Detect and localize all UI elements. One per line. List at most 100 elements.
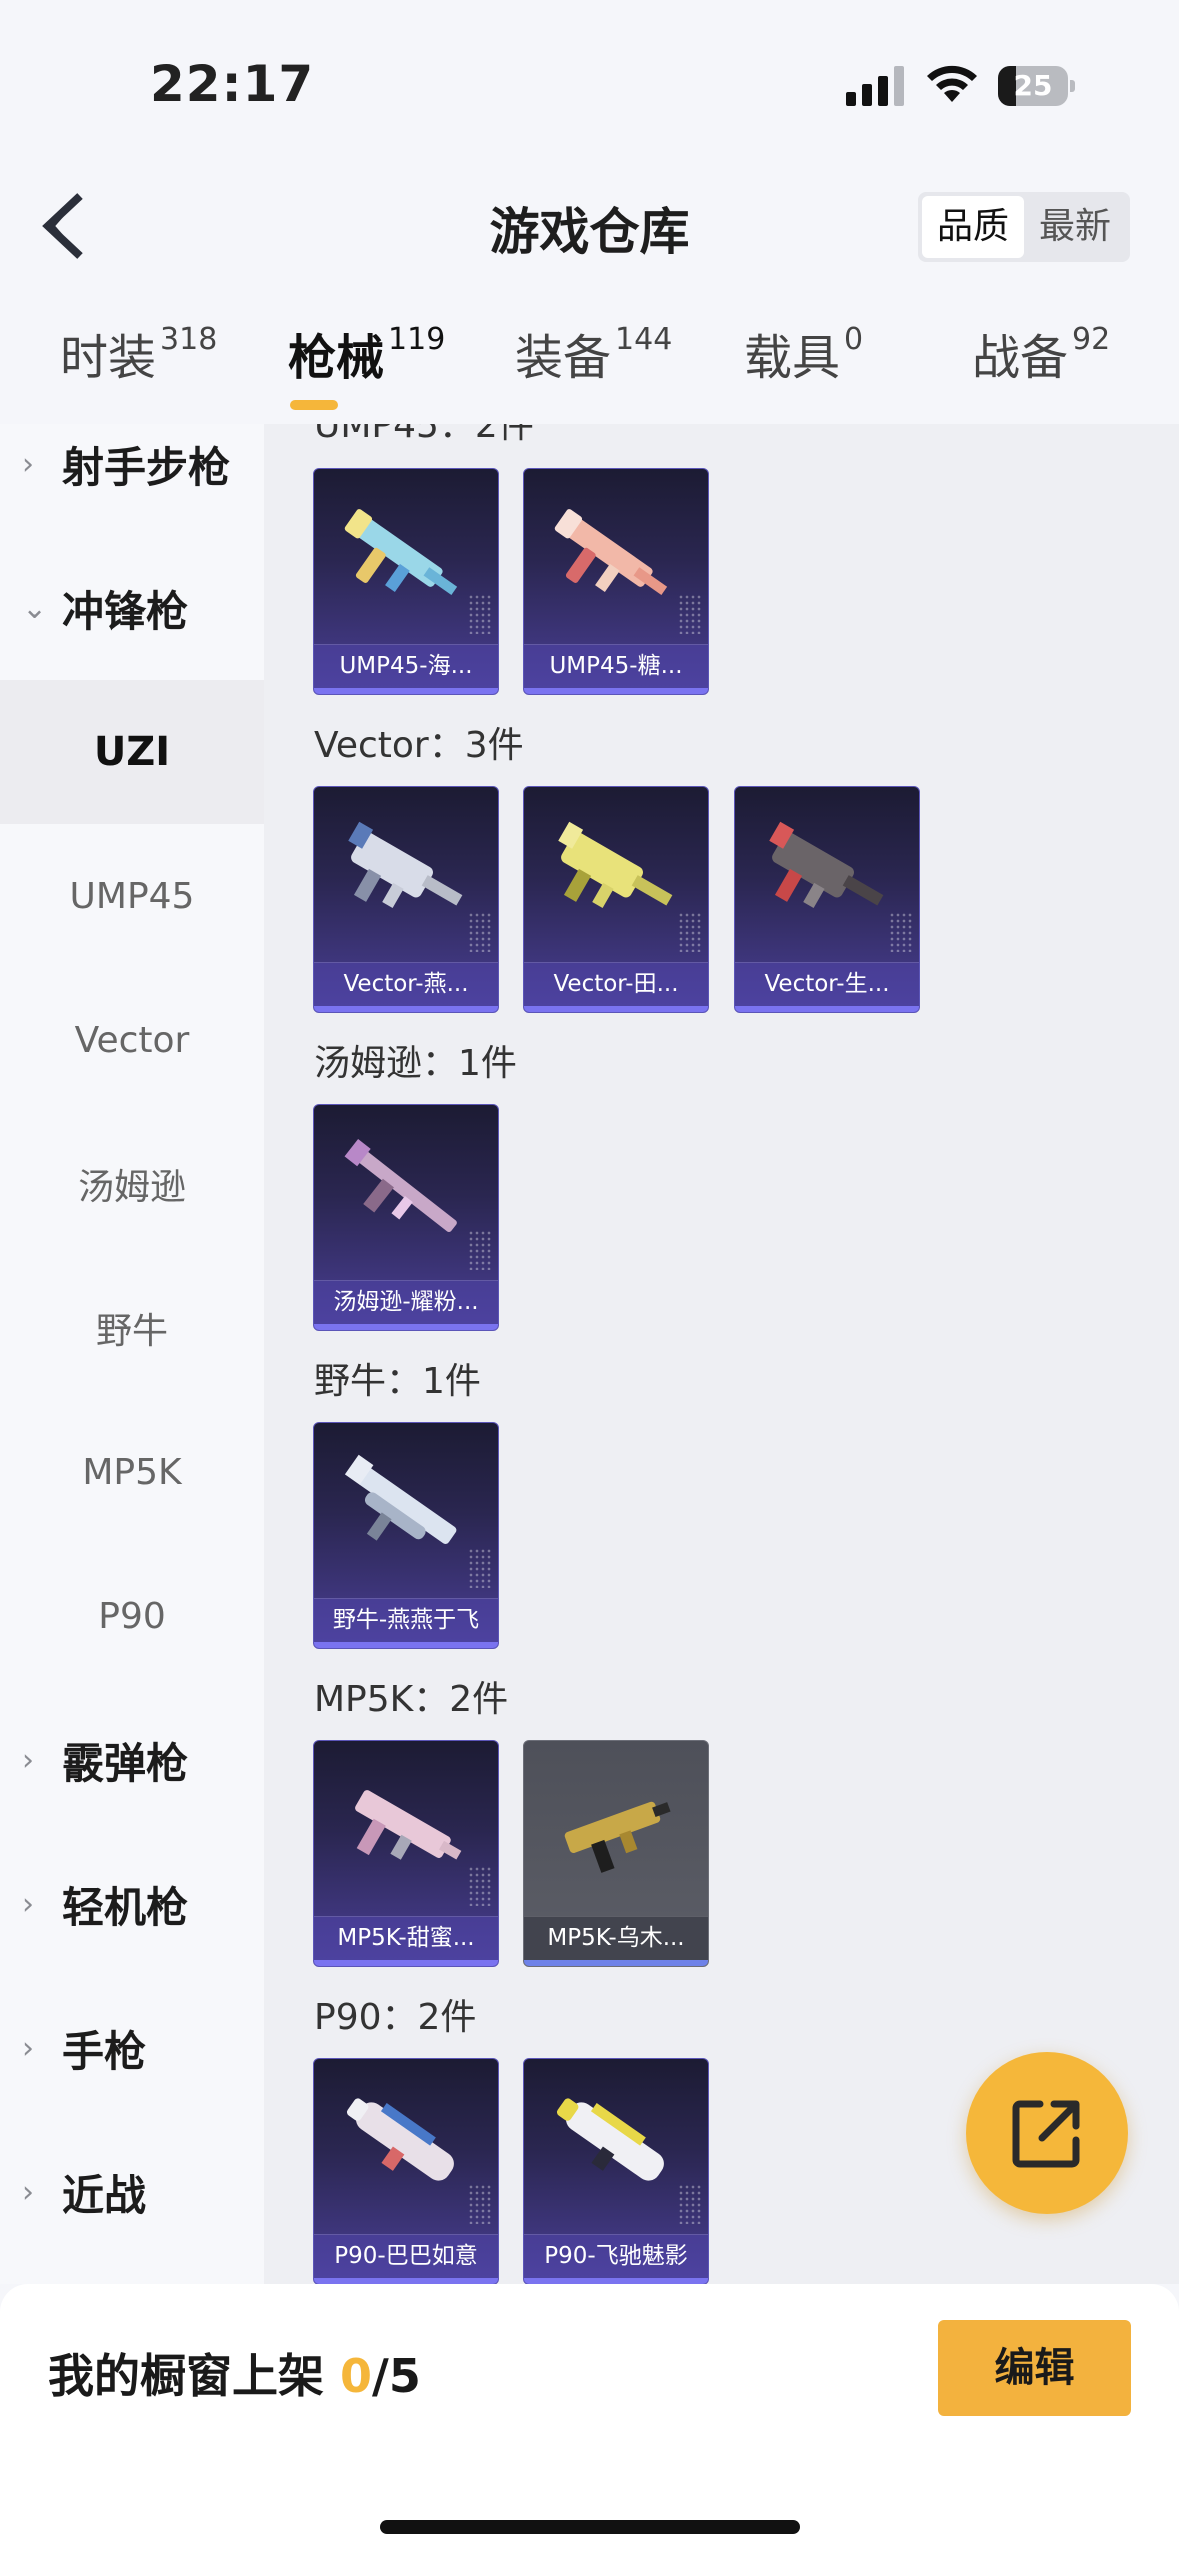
weapon-skin-icon xyxy=(554,509,668,595)
group-title: Vector：3件 xyxy=(314,725,524,766)
sidebar-item-label: MP5K xyxy=(82,1451,182,1493)
sidebar-item-bizon[interactable]: 野牛 xyxy=(0,1256,264,1400)
sidebar-item-label: Vector xyxy=(74,1019,190,1061)
group-title: UMP45：2件 xyxy=(314,424,534,446)
chevron-right-icon: › xyxy=(22,1742,34,1778)
skin-card[interactable]: UMP45-海... xyxy=(313,468,499,695)
skin-name: UMP45-海... xyxy=(339,653,473,679)
tab-equipment[interactable]: 装备 144 xyxy=(515,318,672,418)
skin-card[interactable]: Vector-生... xyxy=(734,786,920,1013)
home-indicator xyxy=(380,2520,800,2534)
tab-label: 枪械 xyxy=(288,330,385,386)
sort-newest-button[interactable]: 最新 xyxy=(1024,196,1126,258)
sidebar-item-label: 野牛 xyxy=(95,1311,168,1352)
skin-card[interactable]: MP5K-甜蜜... xyxy=(313,1740,499,1967)
skin-name: 汤姆逊-耀粉... xyxy=(333,1289,479,1315)
weapon-skin-icon xyxy=(348,821,463,908)
skin-name: Vector-燕... xyxy=(343,971,469,997)
group-title: 汤姆逊：1件 xyxy=(314,1043,517,1084)
skin-name: P90-飞驰魅影 xyxy=(544,2243,688,2269)
weapon-skin-icon xyxy=(346,2098,454,2181)
chevron-right-icon: › xyxy=(22,2174,34,2210)
cellular-signal-icon xyxy=(846,66,906,106)
sidebar-item-p90[interactable]: P90 xyxy=(0,1544,264,1688)
sidebar-item-label: 冲锋枪 xyxy=(62,586,189,636)
header: 游戏仓库 品质 最新 xyxy=(0,170,1179,280)
sidebar-item-label: P90 xyxy=(98,1595,166,1637)
status-time: 22:17 xyxy=(150,55,315,113)
tab-count: 0 xyxy=(844,322,864,357)
active-tab-indicator xyxy=(290,400,338,410)
tab-label: 战备 xyxy=(972,330,1069,386)
showcase-label: 我的橱窗上架 xyxy=(48,2349,341,2403)
chevron-down-icon: ⌄ xyxy=(22,590,48,626)
sidebar-item-label: UMP45 xyxy=(69,875,195,917)
chevron-right-icon: › xyxy=(22,2030,34,2066)
sidebar-item-label: 霰弹枪 xyxy=(62,1738,189,1788)
skin-card[interactable]: 汤姆逊-耀粉... xyxy=(313,1104,499,1331)
showcase-status: 我的橱窗上架 0/5 xyxy=(48,2340,421,2406)
share-button[interactable] xyxy=(966,2052,1128,2214)
skin-name: UMP45-糖... xyxy=(549,653,683,679)
battery-level: 25 xyxy=(1013,69,1053,102)
battery-icon: 25 xyxy=(998,66,1075,106)
external-link-icon xyxy=(1012,2100,1080,2168)
group-title: P90：2件 xyxy=(314,1997,477,2038)
chevron-left-icon xyxy=(42,193,83,259)
chevron-right-icon: › xyxy=(22,1886,34,1922)
weapon-skin-icon xyxy=(344,509,458,595)
sidebar-item-mp5k[interactable]: MP5K xyxy=(0,1400,264,1544)
showcase-total: /5 xyxy=(372,2349,421,2403)
weapon-skin-icon xyxy=(344,1454,457,1544)
back-button[interactable] xyxy=(36,190,96,260)
sidebar-cat-melee[interactable]: › 近战 xyxy=(0,2120,264,2264)
chevron-right-icon: › xyxy=(22,446,34,482)
sidebar-item-label: UZI xyxy=(93,729,171,775)
sidebar-item-vector[interactable]: Vector xyxy=(0,968,264,1112)
sort-toggle: 品质 最新 xyxy=(918,192,1130,262)
sort-quality-button[interactable]: 品质 xyxy=(922,196,1024,258)
skin-card[interactable]: 野牛-燕燕于飞 xyxy=(313,1422,499,1649)
skin-name: 野牛-燕燕于飞 xyxy=(332,1607,480,1633)
skin-name: Vector-生... xyxy=(764,971,890,997)
skin-card[interactable]: Vector-燕... xyxy=(313,786,499,1013)
skin-card[interactable]: P90-巴巴如意 xyxy=(313,2058,499,2284)
edit-button[interactable]: 编辑 xyxy=(938,2320,1131,2416)
bottom-bar: 我的橱窗上架 0/5 编辑 xyxy=(0,2284,1179,2556)
tab-label: 时装 xyxy=(60,330,157,386)
weapon-skin-list: UMP45：2件 UMP45-海... UMP45-糖... Vector：3件… xyxy=(264,424,1179,2284)
skin-name: MP5K-乌木... xyxy=(547,1925,685,1951)
group-title: MP5K：2件 xyxy=(314,1679,509,1720)
sidebar-item-label: 汤姆逊 xyxy=(77,1167,186,1208)
tab-fashion[interactable]: 时装 318 xyxy=(60,318,217,418)
sidebar-item-label: 轻机枪 xyxy=(62,1882,189,1932)
sidebar-cat-shotgun[interactable]: › 霰弹枪 xyxy=(0,1688,264,1832)
weapon-skin-icon xyxy=(769,821,884,908)
tab-supplies[interactable]: 战备 92 xyxy=(972,318,1110,418)
showcase-count: 0 xyxy=(340,2349,373,2403)
sidebar-item-thompson[interactable]: 汤姆逊 xyxy=(0,1112,264,1256)
weapon-skin-icon xyxy=(558,821,673,908)
tab-count: 318 xyxy=(160,322,218,357)
weapon-skin-icon xyxy=(556,2098,664,2181)
skin-card[interactable]: UMP45-糖... xyxy=(523,468,709,695)
sidebar-cat-pistol[interactable]: › 手枪 xyxy=(0,1976,264,2120)
sidebar-cat-smg[interactable]: ⌄ 冲锋枪 xyxy=(0,536,264,680)
tab-count: 119 xyxy=(388,322,446,357)
sidebar-item-label: 射手步枪 xyxy=(62,442,231,492)
skin-card[interactable]: Vector-田... xyxy=(523,786,709,1013)
sidebar-item-uzi[interactable]: UZI xyxy=(0,680,264,824)
tab-label: 装备 xyxy=(515,330,612,386)
skin-card[interactable]: MP5K-乌木... xyxy=(523,1740,709,1967)
sidebar-item-ump45[interactable]: UMP45 xyxy=(0,824,264,968)
tab-vehicles[interactable]: 载具 0 xyxy=(744,318,863,418)
weapon-skin-icon xyxy=(344,1139,457,1233)
group-title: 野牛：1件 xyxy=(314,1361,481,1402)
skin-card[interactable]: P90-飞驰魅影 xyxy=(523,2058,709,2284)
sidebar-cat-lmg[interactable]: › 轻机枪 xyxy=(0,1832,264,1976)
weapon-category-sidebar: › 射手步枪 ⌄ 冲锋枪 UZI UMP45 Vector 汤姆逊 野牛 MP5… xyxy=(0,424,264,2284)
sidebar-cat-marksman-rifle[interactable]: › 射手步枪 xyxy=(0,424,264,536)
skin-name: P90-巴巴如意 xyxy=(334,2243,478,2269)
sidebar-item-label: 近战 xyxy=(62,2170,147,2220)
tab-label: 载具 xyxy=(744,330,841,386)
